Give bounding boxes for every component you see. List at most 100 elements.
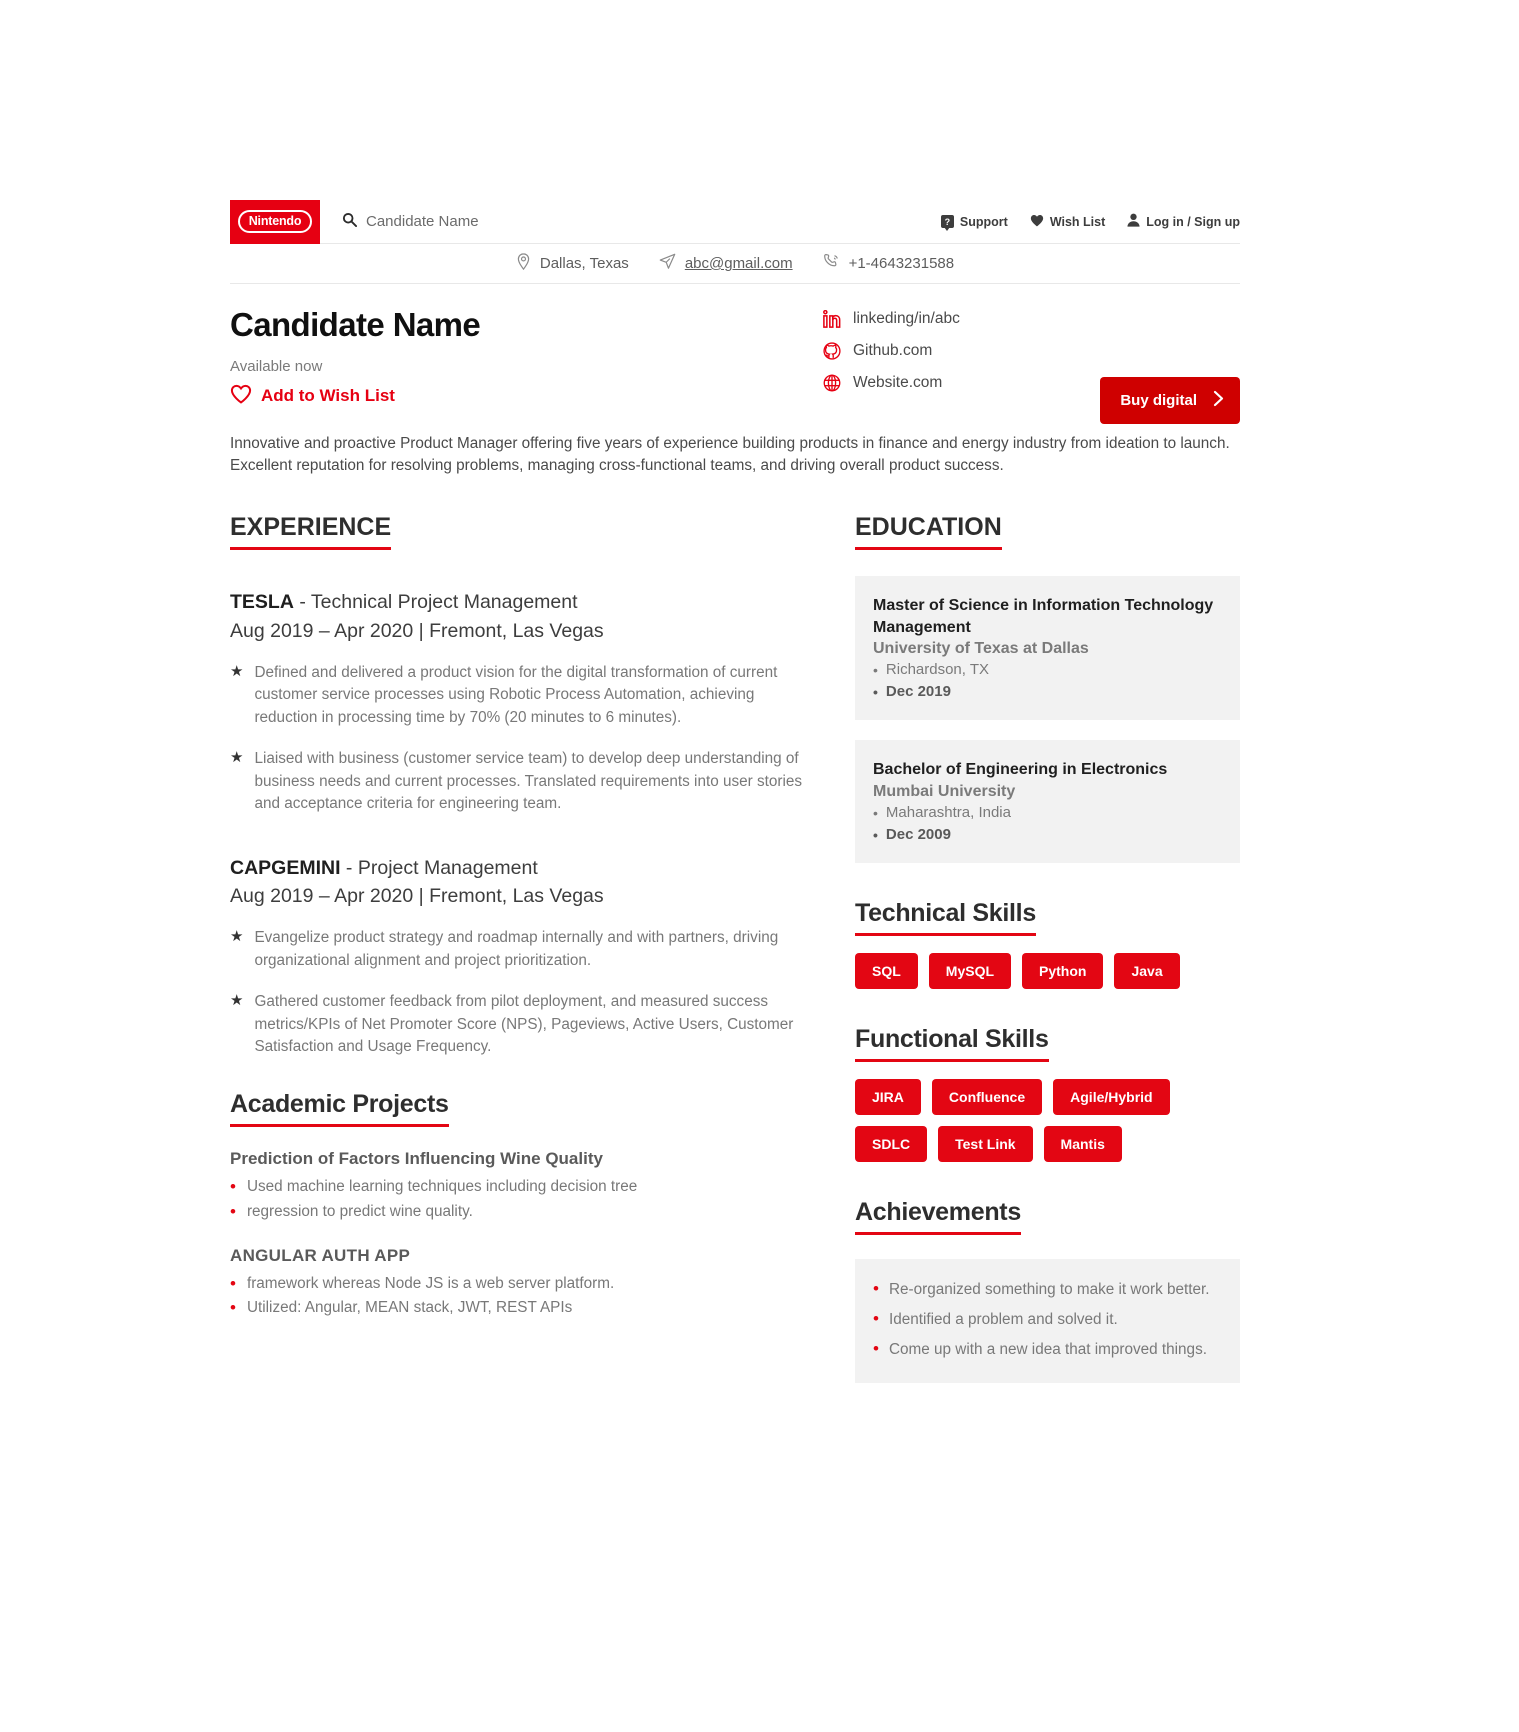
top-navigation-bar: Nintendo Candidate Name ? Support Wish L…: [230, 199, 1240, 244]
project-bullet: • framework whereas Node JS is a web ser…: [230, 1273, 815, 1296]
github-icon: [823, 342, 841, 360]
education-card: Master of Science in Information Technol…: [855, 576, 1240, 721]
search-input[interactable]: Candidate Name: [342, 212, 479, 231]
achievement-text: Come up with a new idea that improved th…: [888, 1340, 1207, 1358]
nintendo-logo[interactable]: Nintendo: [230, 199, 320, 244]
nav-right-group: ? Support Wish List Log in / Sign up: [940, 213, 1240, 231]
skill-tag[interactable]: SDLC: [855, 1125, 928, 1162]
job-bullet: ★ Evangelize product strategy and roadma…: [230, 927, 815, 972]
wishlist-link[interactable]: Wish List: [1030, 214, 1105, 230]
skill-tag[interactable]: Java: [1114, 952, 1180, 989]
education-date: • Dec 2009: [873, 826, 1220, 845]
project-item: ANGULAR AUTH APP • framework whereas Nod…: [230, 1246, 815, 1321]
job-bullet-text: Liaised with business (customer service …: [254, 750, 803, 813]
availability-status: Available now: [230, 357, 323, 375]
bullet-icon: •: [873, 1278, 879, 1298]
website-label: Website.com: [853, 374, 943, 391]
support-label: Support: [959, 214, 1008, 229]
bullet-icon: •: [873, 826, 878, 843]
job-meta: Aug 2019 – Apr 2020 | Fremont, Las Vegas: [230, 619, 604, 642]
job-bullets: ★ Defined and delivered a product vision…: [230, 662, 815, 816]
star-icon: ★: [230, 662, 244, 680]
education-date: • Dec 2019: [873, 683, 1220, 702]
search-icon: [342, 212, 357, 231]
project-bullet-text: Used machine learning techniques includi…: [246, 1177, 638, 1195]
bullet-icon: •: [873, 684, 878, 701]
add-to-wishlist-button[interactable]: Add to Wish List: [230, 384, 775, 409]
achievements-card: • Re-organized something to make it work…: [855, 1258, 1240, 1384]
job-bullets: ★ Evangelize product strategy and roadma…: [230, 927, 815, 1058]
support-link[interactable]: ? Support: [940, 214, 1008, 231]
bullet-icon: •: [230, 1176, 236, 1196]
contact-bar: Dallas, Texas abc@gmail.com +1-464323158…: [230, 244, 1240, 284]
phone-icon: [823, 253, 840, 274]
star-icon: ★: [230, 928, 244, 946]
account-link[interactable]: Log in / Sign up: [1127, 213, 1240, 230]
achievement-item: • Re-organized something to make it work…: [873, 1279, 1216, 1301]
link-github[interactable]: Github.com: [823, 342, 960, 360]
achievements-heading: Achievements: [855, 1198, 1021, 1235]
buy-digital-button[interactable]: Buy digital: [1100, 377, 1240, 424]
contact-email[interactable]: abc@gmail.com: [659, 253, 793, 274]
skill-tag[interactable]: MySQL: [928, 952, 1012, 989]
send-icon: [659, 253, 676, 274]
education-location: • Richardson, TX: [873, 661, 1220, 680]
achievement-item: • Identified a problem and solved it.: [873, 1309, 1216, 1331]
skill-tag[interactable]: SQL: [855, 952, 918, 989]
functional-skills-section: Functional Skills JIRA Confluence Agile/…: [855, 1025, 1240, 1162]
skill-tag[interactable]: Python: [1022, 952, 1104, 989]
education-date-text: Dec 2019: [885, 683, 951, 701]
education-location-text: Richardson, TX: [885, 661, 990, 679]
functional-skills-heading: Functional Skills: [855, 1025, 1049, 1062]
job-title-line: CAPGEMINI - Project Management: [230, 854, 815, 882]
skill-tag[interactable]: Agile/Hybrid: [1053, 1078, 1170, 1115]
add-to-wishlist-label: Add to Wish List: [261, 386, 395, 406]
project-title: Prediction of Factors Influencing Wine Q…: [230, 1148, 603, 1168]
profile-links: linkeding/in/abc Github.com Website.com: [823, 306, 960, 409]
project-bullet-text: framework whereas Node JS is a web serve…: [246, 1274, 615, 1292]
job-bullet: ★ Gathered customer feedback from pilot …: [230, 991, 815, 1058]
experience-item: CAPGEMINI - Project Management Aug 2019 …: [230, 854, 815, 1059]
education-school: University of Texas at Dallas: [873, 640, 1089, 658]
project-bullet: • Used machine learning techniques inclu…: [230, 1176, 815, 1199]
project-bullet-text: Utilized: Angular, MEAN stack, JWT, REST…: [246, 1299, 573, 1317]
link-website[interactable]: Website.com: [823, 374, 960, 392]
chevron-right-icon: [1213, 390, 1224, 411]
bullet-icon: •: [873, 804, 878, 821]
job-bullet-text: Evangelize product strategy and roadmap …: [254, 929, 779, 969]
job-role: - Project Management: [340, 856, 538, 879]
skill-tag[interactable]: Test Link: [938, 1125, 1033, 1162]
education-school: Mumbai University: [873, 782, 1016, 800]
heart-icon: [1030, 214, 1044, 230]
job-bullet-text: Gathered customer feedback from pilot de…: [254, 993, 794, 1056]
achievements-section: Achievements • Re-organized something to…: [855, 1198, 1240, 1384]
education-card: Bachelor of Engineering in Electronics M…: [855, 740, 1240, 863]
github-label: Github.com: [853, 342, 933, 359]
achievement-item: • Come up with a new idea that improved …: [873, 1339, 1216, 1361]
job-title-line: TESLA - Technical Project Management: [230, 588, 815, 616]
bullet-icon: •: [873, 662, 878, 679]
technical-skills-heading: Technical Skills: [855, 899, 1036, 936]
link-linkedin[interactable]: linkeding/in/abc: [823, 310, 960, 328]
job-role: - Technical Project Management: [293, 591, 578, 614]
bullet-icon: •: [230, 1298, 236, 1318]
wishlist-label: Wish List: [1049, 214, 1106, 229]
job-company: TESLA: [230, 591, 294, 614]
buy-digital-label: Buy digital: [1120, 392, 1197, 409]
job-company: CAPGEMINI: [230, 856, 341, 879]
functional-skills-tags: JIRA Confluence Agile/Hybrid SDLC Test L…: [855, 1078, 1240, 1162]
skill-tag[interactable]: Confluence: [931, 1078, 1043, 1115]
academic-projects-heading: Academic Projects: [230, 1090, 449, 1127]
achievement-text: Re-organized something to make it work b…: [888, 1280, 1210, 1298]
map-pin-icon: [516, 253, 531, 274]
phone-text: +1-4643231588: [848, 255, 955, 272]
contact-phone: +1-4643231588: [823, 253, 955, 274]
job-bullet: ★ Liaised with business (customer servic…: [230, 748, 815, 815]
bullet-icon: •: [873, 1308, 879, 1328]
skill-tag[interactable]: JIRA: [855, 1078, 921, 1115]
nintendo-logo-text: Nintendo: [237, 209, 313, 234]
skill-tag[interactable]: Mantis: [1043, 1125, 1122, 1162]
contact-location: Dallas, Texas: [516, 253, 629, 274]
email-link[interactable]: abc@gmail.com: [685, 255, 793, 272]
account-label: Log in / Sign up: [1146, 214, 1240, 229]
